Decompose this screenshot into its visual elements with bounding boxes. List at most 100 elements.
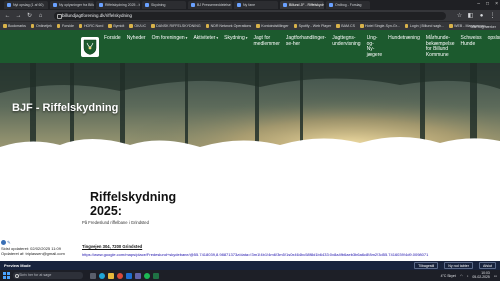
teams-icon[interactable]	[135, 272, 141, 279]
excel-icon[interactable]	[153, 272, 159, 279]
browser-tab[interactable]: BJ Pressemeddelelse	[188, 1, 232, 9]
bookmark-item[interactable]: HORC Nord	[78, 24, 103, 28]
bookmark-favicon-icon	[293, 24, 298, 28]
nav-item[interactable]: Schweiss Hunde	[460, 35, 481, 58]
browser-tab[interactable]: Skydning	[142, 1, 186, 9]
bookmark-item[interactable]: Hotel Single-Syn-Gr...	[360, 24, 400, 28]
profile-icon[interactable]: ●	[478, 13, 485, 19]
bookmark-favicon-icon	[30, 24, 35, 28]
preview-mode-label: Preview Mode	[4, 263, 31, 268]
volume-icon[interactable]: ♪	[467, 274, 469, 278]
tab-favicon-icon	[99, 3, 103, 7]
bookmark-item[interactable]: BAM.CS	[336, 24, 355, 28]
nav-item[interactable]: Ung- og- Ny- jægere	[367, 35, 383, 58]
tab-favicon-icon	[283, 3, 287, 7]
task-view-icon[interactable]	[90, 272, 96, 279]
browser-tab-bar: Nyt opslag (1 af 60) Ny oplysninger fra B…	[0, 0, 500, 10]
windows-start-icon[interactable]	[3, 272, 10, 279]
browser-tab[interactable]: Billund JF - Riffelskydning	[280, 1, 324, 9]
bookmark-favicon-icon	[336, 24, 340, 28]
close-icon[interactable]: ×	[495, 1, 498, 7]
bookmark-item[interactable]: OK/LIC	[129, 24, 146, 28]
exit-preview-button[interactable]: Afslut	[479, 262, 496, 269]
map-link[interactable]: https://www.google.com/maps/place/Fredes…	[82, 252, 497, 257]
clock[interactable]: 10:03 05-02-2025	[472, 271, 489, 280]
tab-label: Ordbog - Forslag	[335, 3, 362, 7]
edit-icon[interactable]: ✎	[7, 240, 11, 245]
outlook-icon[interactable]	[126, 272, 132, 279]
updated-by-text: Opdateret af: triplassen@gmail.com	[1, 251, 65, 256]
file-explorer-icon[interactable]	[108, 272, 114, 279]
all-bookmarks[interactable]: Alle bogmærker	[471, 22, 496, 30]
menu-icon[interactable]: ⋮	[489, 12, 496, 19]
browser-tab[interactable]: Ordbog - Forslag	[326, 1, 370, 9]
bookmark-label: Kontoindstillinger	[261, 24, 289, 28]
browser-tab[interactable]: Nyt opslag (1 af 60)	[4, 1, 48, 9]
bookmark-label: Login | Billund sagb...	[409, 24, 445, 28]
star-icon[interactable]: ☆	[456, 12, 463, 19]
nav-item-label: Forside	[104, 35, 121, 41]
nav-item[interactable]: Hundetræning	[388, 35, 420, 58]
nav-item[interactable]: Skydning▾	[224, 35, 247, 58]
nav-item[interactable]: Jagtforhandlinger- se-her	[286, 35, 326, 58]
hero-forest-scene	[0, 63, 500, 171]
nav-item-label: Hundetræning	[388, 35, 420, 41]
nav-item[interactable]: Mårhunde- bekæmpelse for Billund Kommune	[426, 35, 455, 58]
new-root-button[interactable]: Ny rod tabter	[444, 262, 473, 269]
browser-tab[interactable]: Ny oplysninger fra Billund	[50, 1, 94, 9]
bookmark-favicon-icon	[449, 24, 453, 28]
notification-icon[interactable]: ▭	[494, 274, 497, 278]
network-icon[interactable]: ◠	[460, 274, 463, 278]
tab-label: Billund JF - Riffelskydning	[289, 3, 324, 7]
weather-text[interactable]: 4°C Skyet	[441, 274, 456, 278]
bookmark-favicon-icon	[78, 24, 83, 28]
home-icon[interactable]: ⌂	[37, 13, 44, 19]
nav-item-label: Nyheder	[126, 35, 146, 41]
back-icon[interactable]: ←	[4, 13, 11, 19]
browser-tab[interactable]: Riffelskydning 2025 - bjf	[96, 1, 140, 9]
bookmark-item[interactable]: Bookmarks	[3, 24, 26, 28]
tab-favicon-icon	[7, 3, 11, 7]
nav-item[interactable]: Nyheder	[126, 35, 146, 58]
tab-label: Ny fane	[243, 3, 256, 7]
bookmark-label: Hotel Single-Syn-Gr...	[365, 24, 400, 28]
bookmark-label: NDR Network Operations	[210, 24, 252, 28]
bookmarks-bar: Bookmarks Onlinetjek Forside HORC Nord Bymid…	[0, 21, 500, 30]
bookmark-favicon-icon	[404, 24, 409, 28]
nav-item[interactable]: Jagt for medlemmer	[254, 35, 280, 58]
address-link[interactable]: Tingvejen 304, 7200 Grindsted	[82, 244, 142, 249]
nav-item[interactable]: Om foreningen▾	[152, 35, 188, 58]
reload-icon[interactable]: ↻	[26, 12, 33, 19]
bookmark-item[interactable]: Spotify - Web Player	[293, 24, 331, 28]
nav-item[interactable]: Aktiviteter▾	[193, 35, 219, 58]
bookmark-item[interactable]: Kontoindstillinger	[256, 24, 289, 28]
taskbar-search-input[interactable]: Skriv her for at søge	[13, 272, 83, 279]
chevron-down-icon: ▾	[216, 36, 219, 40]
nav-item[interactable]: Forside	[104, 35, 121, 58]
browser-tab[interactable]: Ny fane	[234, 1, 278, 9]
nav-item[interactable]: opslsrifter▾	[488, 35, 500, 58]
chrome-icon[interactable]	[117, 272, 123, 279]
maximize-icon[interactable]: □	[486, 1, 489, 7]
bookmark-item[interactable]: Forside	[56, 24, 74, 28]
bookmark-item[interactable]: Bymidt	[108, 24, 124, 28]
nav-item[interactable]: Jagttegns- undervisning	[332, 35, 360, 58]
forward-icon[interactable]: →	[15, 13, 22, 19]
minimize-icon[interactable]: –	[477, 1, 480, 7]
bookmark-label: Bymidt	[113, 24, 125, 28]
extensions-icon[interactable]: ◧	[467, 12, 474, 19]
bookmark-label: DANSK RIFFELSKYDNING	[156, 24, 201, 28]
tab-favicon-icon	[145, 3, 149, 7]
spotify-icon[interactable]	[144, 272, 150, 279]
bookmark-item[interactable]: NDR Network Operations	[205, 24, 252, 28]
bookmark-item[interactable]: Onlinetjek	[30, 24, 52, 28]
bookmark-item[interactable]: DANSK RIFFELSKYDNING	[151, 24, 201, 28]
bookmark-favicon-icon	[205, 24, 210, 28]
window-controls: – □ ×	[477, 1, 498, 7]
bookmark-label: Bookmarks	[8, 24, 26, 28]
edge-icon[interactable]	[99, 272, 105, 279]
url-input[interactable]: billundjagtforening.dk/riffelskydning	[54, 11, 446, 20]
club-logo[interactable]	[81, 37, 99, 57]
reset-button[interactable]: Tilbagestil	[414, 262, 439, 269]
bookmark-item[interactable]: Login | Billund sagb...	[404, 24, 445, 28]
